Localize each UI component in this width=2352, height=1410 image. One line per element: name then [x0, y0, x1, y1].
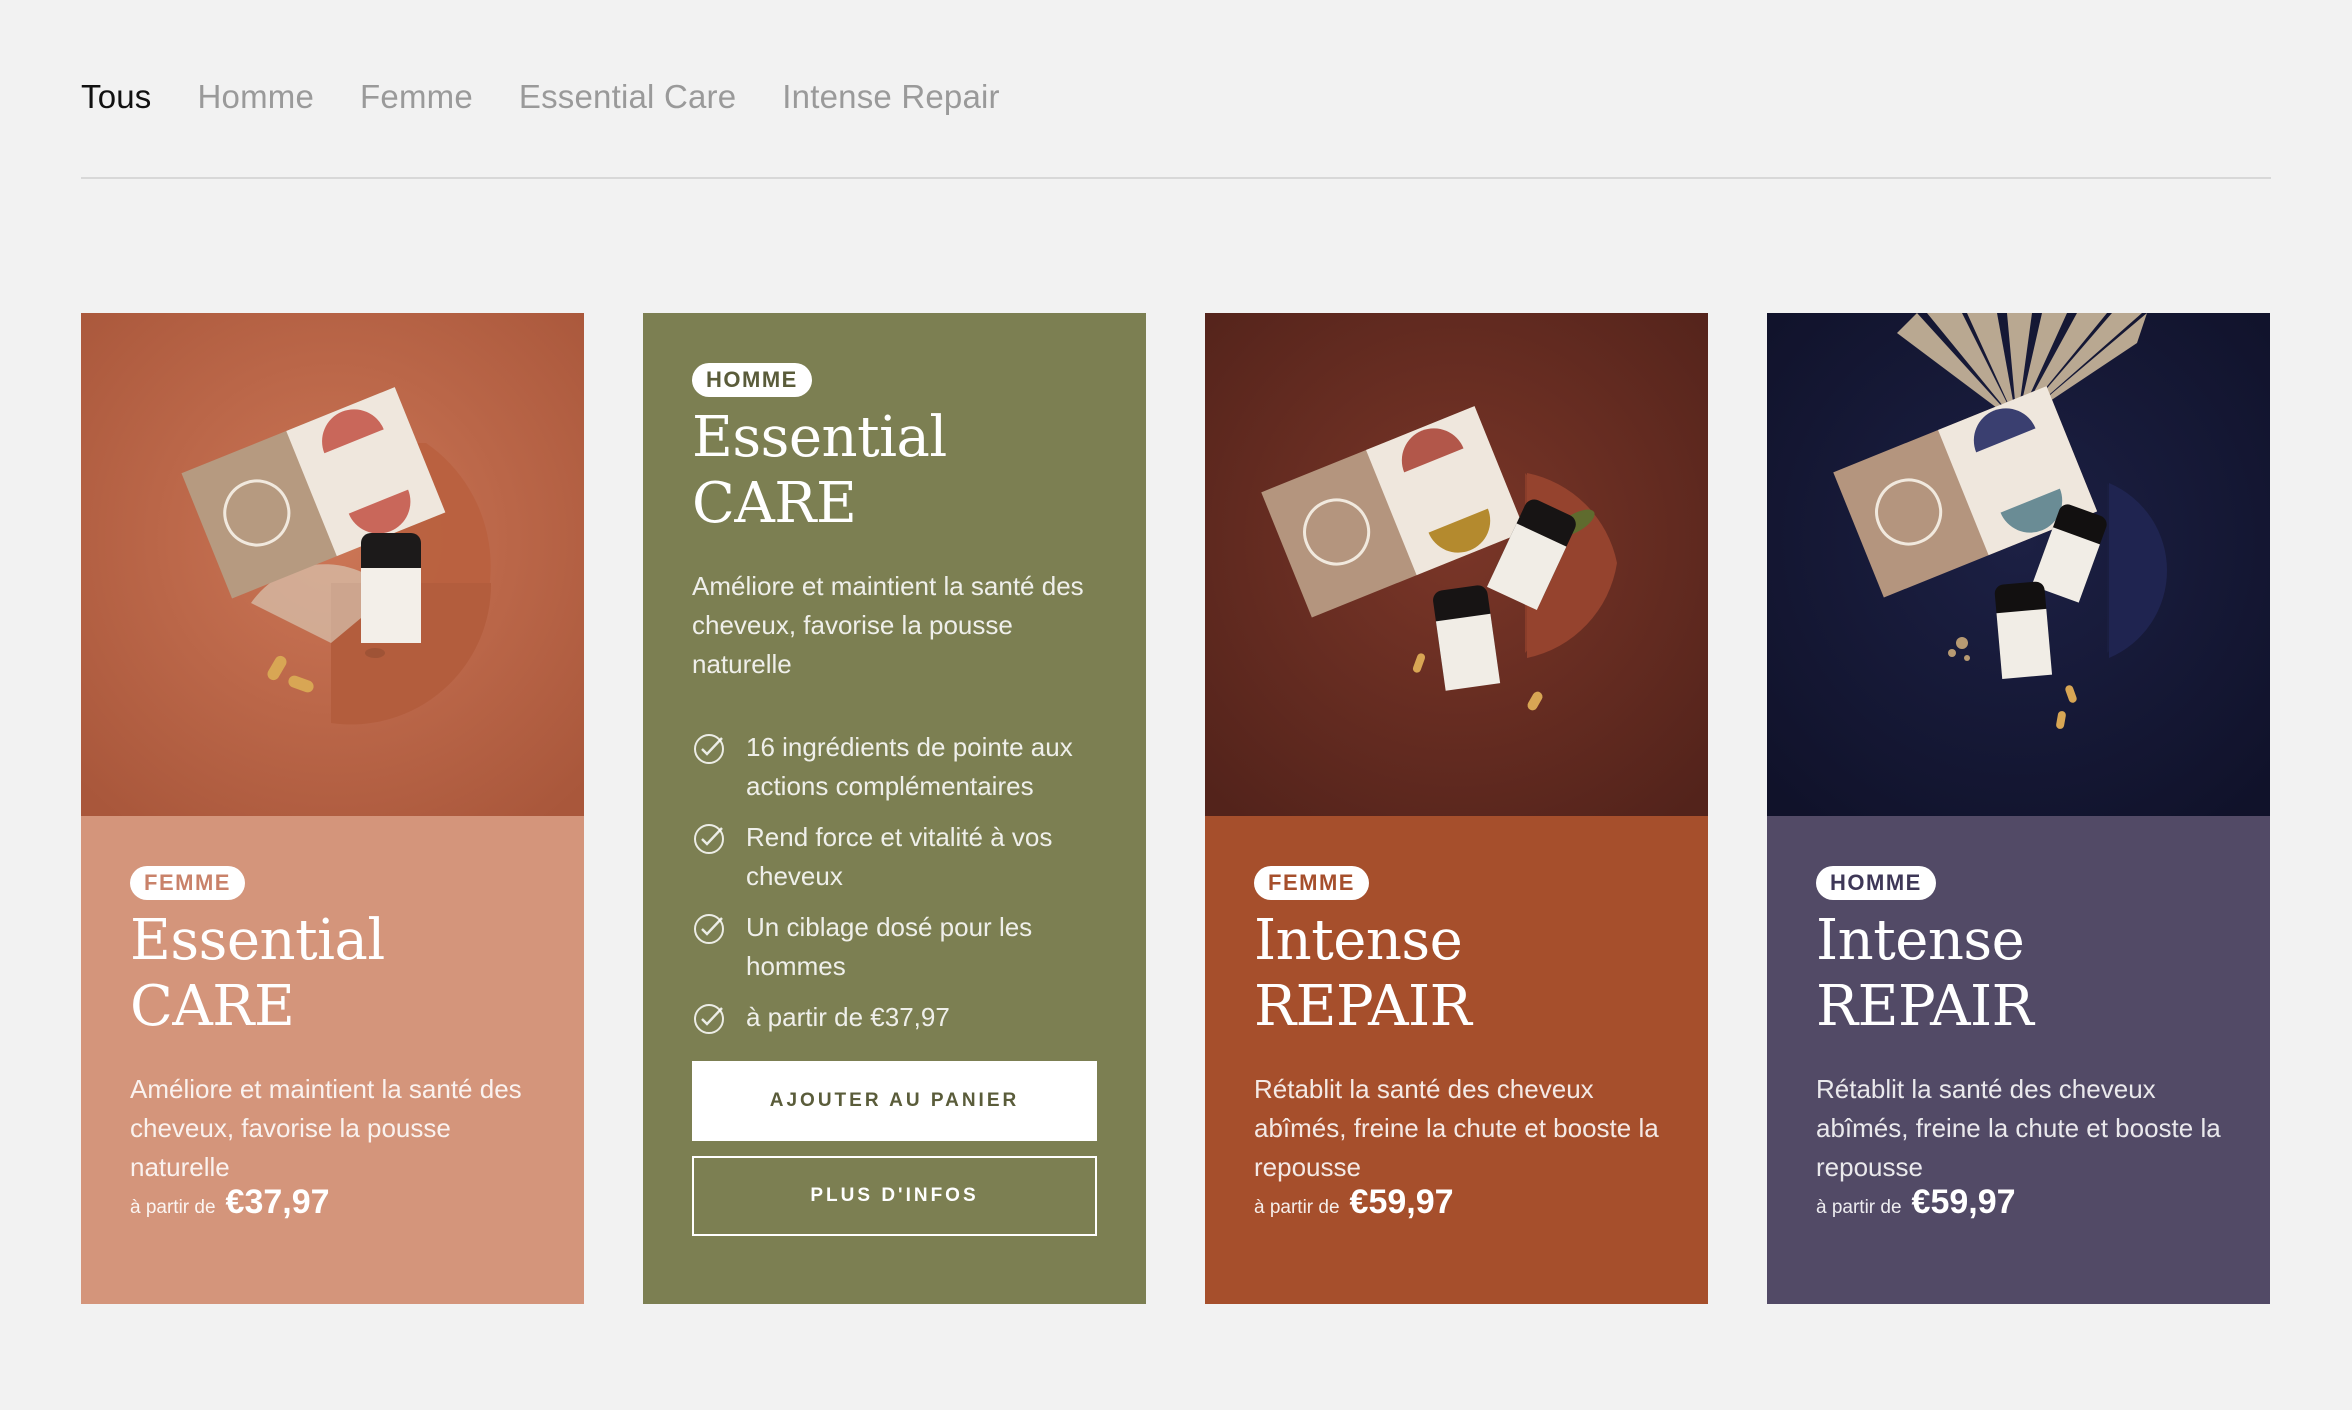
gender-badge: FEMME	[130, 866, 245, 900]
product-card-intense-repair-homme[interactable]: HOMME Intense REPAIR Rétablit la santé d…	[1767, 313, 2270, 1304]
product-photo	[1205, 313, 1708, 816]
product-title: Essential CARE	[692, 405, 947, 536]
filter-tab-essential-care[interactable]: Essential Care	[519, 78, 736, 116]
filter-tab-homme[interactable]: Homme	[198, 78, 315, 116]
product-photo-illustration	[81, 313, 584, 816]
category-filter-tabs: Tous Homme Femme Essential Care Intense …	[81, 78, 1000, 116]
feature-text: Un ciblage dosé pour les hommes	[746, 912, 1033, 981]
product-photo	[1767, 313, 2270, 816]
feature-text: à partir de €37,97	[746, 1002, 950, 1032]
feature-item: Rend force et vitalité à vos cheveux	[692, 818, 1102, 896]
product-photo-illustration	[1205, 313, 1708, 816]
feature-item: Un ciblage dosé pour les hommes	[692, 908, 1102, 986]
check-circle-icon	[692, 728, 730, 806]
price-row: à partir de €59,97	[1254, 1183, 1454, 1222]
gender-badge: HOMME	[1816, 866, 1936, 900]
feature-text: 16 ingrédients de pointe aux actions com…	[746, 732, 1073, 801]
product-title: Essential CARE	[130, 908, 385, 1039]
product-card-essential-care-femme[interactable]: FEMME Essential CARE Améliore et maintie…	[81, 313, 584, 1304]
check-circle-icon	[692, 998, 730, 1041]
product-card-body: FEMME Intense REPAIR Rétablit la santé d…	[1205, 816, 1708, 1304]
price-label: à partir de	[1816, 1197, 1902, 1218]
gender-badge: FEMME	[1254, 866, 1369, 900]
price-label: à partir de	[130, 1197, 216, 1218]
feature-text: Rend force et vitalité à vos cheveux	[746, 822, 1053, 891]
feature-item: à partir de €37,97	[692, 998, 1102, 1041]
product-description: Améliore et maintient la santé des cheve…	[130, 1074, 522, 1182]
product-description: Rétablit la santé des cheveux abîmés, fr…	[1816, 1074, 2221, 1182]
product-title: Intense REPAIR	[1816, 908, 2034, 1039]
feature-item: 16 ingrédients de pointe aux actions com…	[692, 728, 1102, 806]
filter-tab-femme[interactable]: Femme	[360, 78, 473, 116]
price-value: €59,97	[1349, 1183, 1454, 1221]
product-card-body: HOMME Intense REPAIR Rétablit la santé d…	[1767, 816, 2270, 1304]
check-circle-icon	[692, 818, 730, 896]
product-card-intense-repair-femme[interactable]: FEMME Intense REPAIR Rétablit la santé d…	[1205, 313, 1708, 1304]
feature-list: 16 ingrédients de pointe aux actions com…	[692, 728, 1102, 1041]
filter-divider	[81, 177, 2271, 179]
product-card-body: FEMME Essential CARE Améliore et maintie…	[81, 816, 584, 1304]
filter-tab-intense-repair[interactable]: Intense Repair	[782, 78, 999, 116]
product-photo	[81, 313, 584, 816]
price-row: à partir de €37,97	[130, 1183, 330, 1222]
gender-badge: HOMME	[692, 363, 812, 397]
filter-tab-tous[interactable]: Tous	[81, 78, 152, 116]
product-description: Améliore et maintient la santé des cheve…	[692, 571, 1084, 679]
product-photo-illustration	[1767, 313, 2270, 816]
price-value: €59,97	[1911, 1183, 2016, 1221]
check-circle-icon	[692, 908, 730, 986]
product-card-essential-care-homme[interactable]: HOMME Essential CARE Améliore et maintie…	[643, 313, 1146, 1304]
more-info-button[interactable]: PLUS D'INFOS	[692, 1156, 1097, 1236]
price-value: €37,97	[225, 1183, 330, 1221]
price-label: à partir de	[1254, 1197, 1340, 1218]
product-description: Rétablit la santé des cheveux abîmés, fr…	[1254, 1074, 1659, 1182]
price-row: à partir de €59,97	[1816, 1183, 2016, 1222]
add-to-cart-button[interactable]: AJOUTER AU PANIER	[692, 1061, 1097, 1141]
product-title: Intense REPAIR	[1254, 908, 1472, 1039]
